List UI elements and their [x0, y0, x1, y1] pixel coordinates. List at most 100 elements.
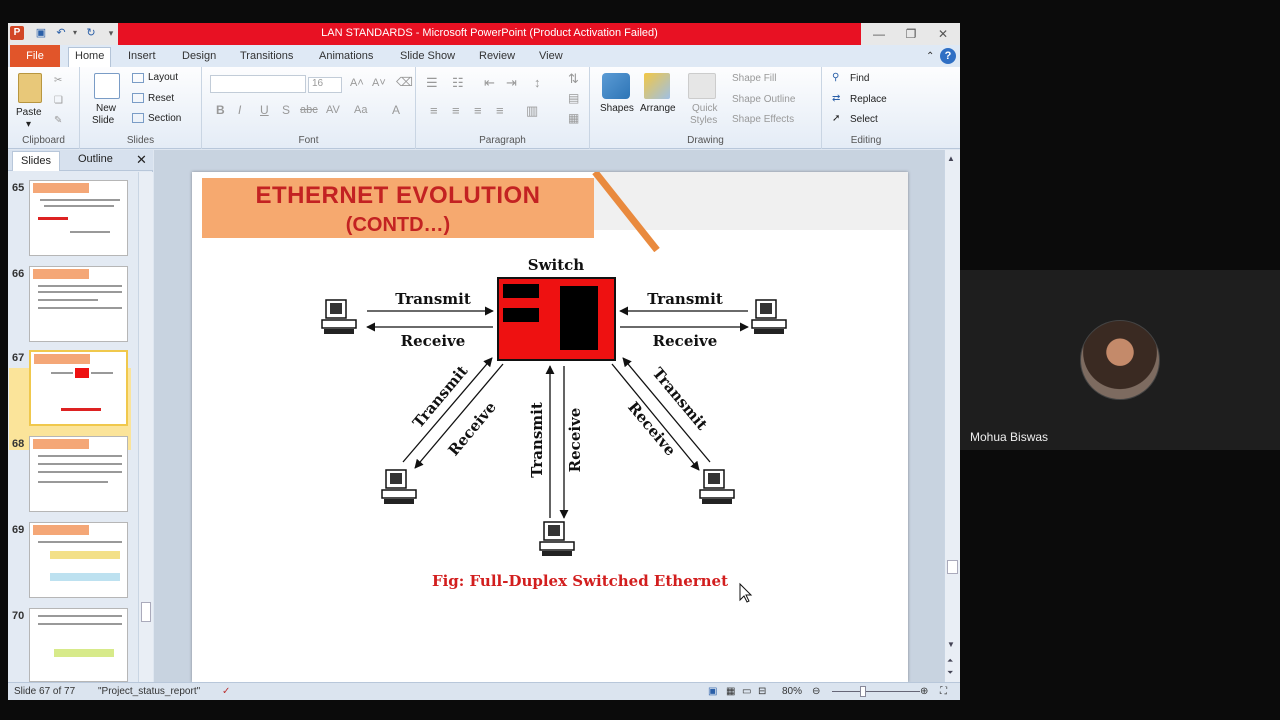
- text-direction-icon[interactable]: ⇅: [568, 71, 579, 87]
- fit-to-window-icon[interactable]: ⛶: [940, 686, 947, 697]
- shape-fill-button[interactable]: Shape Fill: [732, 73, 776, 84]
- undo-icon[interactable]: ↶: [54, 26, 68, 40]
- scroll-down-icon[interactable]: ▼: [947, 640, 955, 649]
- numbering-icon[interactable]: ☷: [452, 75, 464, 91]
- find-button[interactable]: Find: [850, 73, 869, 84]
- font-name-combo[interactable]: [210, 75, 306, 93]
- slide-show-view-icon[interactable]: ⊟: [758, 686, 766, 697]
- line-spacing-icon[interactable]: ↕: [534, 75, 541, 90]
- new-slide-button-line1[interactable]: New: [96, 103, 116, 114]
- undo-dropdown-icon[interactable]: ▾: [68, 26, 82, 40]
- repeat-icon[interactable]: ↻: [84, 26, 98, 40]
- justify-icon[interactable]: ≡: [496, 103, 504, 118]
- tab-slide-show[interactable]: Slide Show: [394, 48, 461, 64]
- underline-button[interactable]: U: [260, 103, 269, 117]
- shape-effects-button[interactable]: Shape Effects: [732, 114, 794, 125]
- decrease-indent-icon[interactable]: ⇤: [484, 75, 495, 91]
- tab-view[interactable]: View: [533, 48, 569, 64]
- participant-video-tile[interactable]: Mohua Biswas: [960, 270, 1280, 450]
- italic-button[interactable]: I: [238, 103, 241, 117]
- tab-transitions[interactable]: Transitions: [234, 48, 299, 64]
- reset-button[interactable]: Reset: [148, 93, 174, 104]
- tab-home[interactable]: Home: [68, 47, 112, 68]
- slide-thumbnail-69[interactable]: [29, 522, 128, 598]
- select-button[interactable]: Select: [850, 114, 878, 125]
- font-color-button[interactable]: A: [392, 103, 400, 117]
- zoom-in-icon[interactable]: ⊕: [920, 686, 928, 697]
- format-painter-icon[interactable]: ✎: [54, 115, 62, 126]
- restore-button[interactable]: ❐: [900, 25, 922, 43]
- layout-button[interactable]: Layout: [148, 72, 178, 83]
- strikethrough-button[interactable]: abc: [300, 104, 318, 116]
- minimize-ribbon-icon[interactable]: ⌃: [920, 49, 940, 64]
- normal-view-icon[interactable]: ▣: [708, 686, 717, 697]
- shapes-icon[interactable]: [602, 73, 630, 99]
- tab-review[interactable]: Review: [473, 48, 521, 64]
- paste-button[interactable]: Paste: [16, 107, 42, 118]
- align-text-icon[interactable]: ▤: [568, 91, 579, 105]
- tab-slides[interactable]: Slides: [12, 151, 60, 171]
- close-button[interactable]: ✕: [932, 25, 954, 43]
- clear-formatting-icon[interactable]: ⌫: [396, 75, 413, 89]
- slide-thumbnail-67[interactable]: [29, 350, 128, 426]
- arrange-icon[interactable]: [644, 73, 670, 99]
- save-icon[interactable]: ▣: [34, 26, 48, 40]
- shape-outline-button[interactable]: Shape Outline: [732, 94, 795, 105]
- cut-icon[interactable]: ✂: [54, 75, 62, 86]
- help-icon[interactable]: ?: [940, 48, 956, 64]
- tab-animations[interactable]: Animations: [313, 48, 379, 64]
- change-case-button[interactable]: Aa: [354, 104, 367, 116]
- customize-toolbar-icon[interactable]: ▾: [104, 26, 118, 40]
- align-left-icon[interactable]: ≡: [430, 103, 438, 118]
- slide-sorter-icon[interactable]: ▦: [726, 686, 735, 697]
- slide-thumbnail-68[interactable]: [29, 436, 128, 512]
- next-slide-icon[interactable]: ⏷: [947, 668, 953, 678]
- shrink-font-icon[interactable]: A˅: [372, 77, 386, 89]
- previous-slide-icon[interactable]: ⏶: [947, 656, 953, 666]
- editor-scrollbar[interactable]: ▲ ▼ ⏶ ⏷: [944, 150, 960, 682]
- smartart-icon[interactable]: ▦: [568, 111, 579, 125]
- section-button[interactable]: Section: [148, 113, 181, 124]
- quick-styles-button-line1[interactable]: Quick: [692, 103, 718, 114]
- paste-icon[interactable]: [18, 73, 42, 103]
- replace-button[interactable]: Replace: [850, 94, 887, 105]
- zoom-level[interactable]: 80%: [782, 686, 802, 697]
- bold-button[interactable]: B: [216, 103, 225, 117]
- arrange-button[interactable]: Arrange: [640, 103, 676, 114]
- copy-icon[interactable]: ❏: [54, 95, 63, 106]
- character-spacing-button[interactable]: AV: [326, 104, 340, 116]
- current-slide[interactable]: ETHERNET EVOLUTION (CONTD…) Switch Trans…: [192, 172, 908, 682]
- paste-dropdown-icon[interactable]: ▾: [26, 119, 31, 130]
- panel-scroll-thumb[interactable]: [141, 602, 151, 622]
- slide-thumbnail-70[interactable]: [29, 608, 128, 682]
- reading-view-icon[interactable]: ▭: [742, 686, 751, 697]
- slide-thumbnail-65[interactable]: [29, 180, 128, 256]
- quick-styles-button-line2[interactable]: Styles: [690, 115, 717, 126]
- close-panel-icon[interactable]: ✕: [136, 152, 147, 168]
- new-slide-icon[interactable]: [94, 73, 120, 99]
- panel-scrollbar[interactable]: [138, 172, 153, 682]
- grow-font-icon[interactable]: A˄: [350, 77, 364, 89]
- new-slide-button-line2[interactable]: Slide: [92, 115, 114, 126]
- tab-file[interactable]: File: [10, 45, 60, 67]
- align-center-icon[interactable]: ≡: [452, 103, 460, 118]
- text-shadow-button[interactable]: S: [282, 103, 290, 117]
- font-size-combo[interactable]: 16: [308, 77, 342, 93]
- slide-thumbnail-66[interactable]: [29, 266, 128, 342]
- spell-check-icon[interactable]: ✓: [222, 686, 230, 697]
- minimize-button[interactable]: —: [868, 25, 890, 43]
- shapes-button[interactable]: Shapes: [600, 103, 634, 114]
- tab-insert[interactable]: Insert: [122, 48, 162, 64]
- columns-icon[interactable]: ▥: [526, 103, 538, 119]
- bullets-icon[interactable]: ☰: [426, 75, 438, 91]
- scroll-up-icon[interactable]: ▲: [947, 154, 955, 163]
- powerpoint-app-icon[interactable]: P: [10, 26, 24, 40]
- align-right-icon[interactable]: ≡: [474, 103, 482, 118]
- editor-scroll-thumb[interactable]: [947, 560, 958, 574]
- tab-outline[interactable]: Outline: [78, 153, 113, 165]
- quick-styles-icon[interactable]: [688, 73, 716, 99]
- zoom-slider[interactable]: [832, 691, 920, 692]
- zoom-slider-thumb[interactable]: [860, 686, 866, 697]
- tab-design[interactable]: Design: [176, 48, 222, 64]
- increase-indent-icon[interactable]: ⇥: [506, 75, 517, 91]
